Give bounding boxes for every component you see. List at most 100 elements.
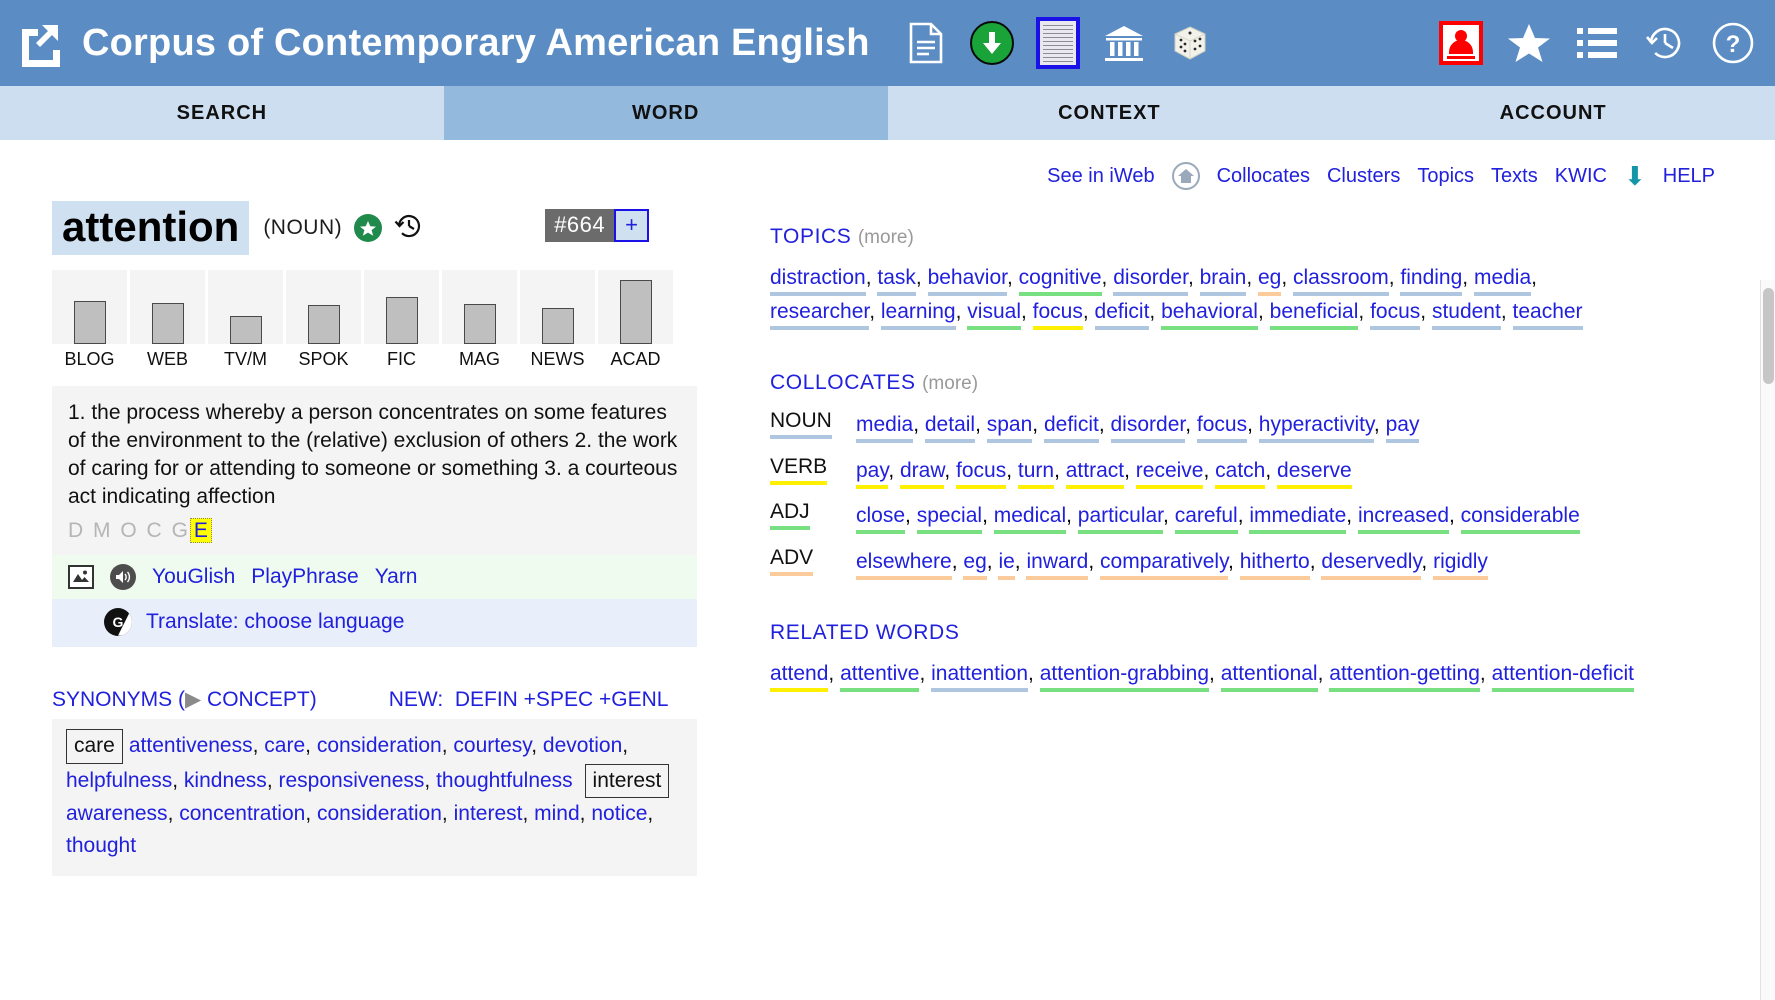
genl-button[interactable]: +GENL [599, 688, 668, 712]
related-word[interactable]: attentional [1220, 662, 1318, 693]
download-circle-icon[interactable] [969, 21, 1014, 65]
youglish-link[interactable]: YouGlish [152, 565, 235, 589]
collocate-word[interactable]: increased [1357, 504, 1449, 535]
topic-word[interactable]: visual [967, 300, 1021, 331]
chart-bar-mag[interactable]: MAG [442, 270, 517, 370]
topic-word[interactable]: learning [880, 300, 956, 331]
collocate-word[interactable]: comparatively [1100, 549, 1229, 580]
tab-context[interactable]: CONTEXT [887, 86, 1332, 140]
chart-bar-fic[interactable]: FIC [364, 270, 439, 370]
related-word[interactable]: attention-getting [1329, 662, 1480, 693]
person-badge-icon[interactable] [1439, 21, 1483, 65]
download-arrow-icon[interactable]: ⬇ [1624, 163, 1646, 189]
star-icon[interactable] [1507, 21, 1551, 65]
history-icon[interactable] [394, 211, 424, 246]
help-link[interactable]: HELP [1663, 165, 1715, 188]
scrollbar-thumb[interactable] [1763, 288, 1774, 384]
collocates-link[interactable]: Collocates [1217, 165, 1310, 188]
synonym-link[interactable]: responsiveness [278, 769, 424, 792]
source-letter-g[interactable]: G [172, 519, 190, 542]
chart-bar-spok[interactable]: SPOK [286, 270, 361, 370]
dice-icon[interactable] [1168, 21, 1212, 65]
translate-language-link[interactable]: Translate: choose language [146, 610, 404, 634]
collocate-word[interactable]: considerable [1460, 504, 1580, 535]
chart-bar-acad[interactable]: ACAD [598, 270, 673, 370]
add-word-button[interactable]: + [614, 209, 649, 242]
synonym-link[interactable]: kindness [184, 769, 267, 792]
synonym-link[interactable]: interest [454, 802, 523, 825]
collocate-word[interactable]: immediate [1249, 504, 1347, 535]
topic-word[interactable]: media [1473, 266, 1532, 296]
chart-bar-blog[interactable]: BLOG [52, 270, 127, 370]
synonyms-heading[interactable]: SYNONYMS [52, 688, 172, 712]
synonym-group-tag-interest[interactable]: interest [584, 763, 670, 799]
see-in-iweb-link[interactable]: See in iWeb [1047, 165, 1154, 188]
synonym-link[interactable]: devotion [543, 734, 622, 757]
collocate-word[interactable]: pay [1385, 413, 1420, 444]
topic-word[interactable]: cognitive [1018, 266, 1102, 296]
topic-word[interactable]: focus [1032, 300, 1083, 331]
history-clock-icon[interactable] [1643, 21, 1687, 65]
topics-more-link[interactable]: (more) [858, 227, 914, 248]
chart-bar-tvm[interactable]: TV/M [208, 270, 283, 370]
related-word[interactable]: attend [770, 662, 829, 693]
collocate-word[interactable]: pay [856, 458, 889, 489]
tab-account[interactable]: ACCOUNT [1331, 86, 1775, 140]
google-translate-icon[interactable]: G [104, 607, 132, 636]
topic-word[interactable]: eg [1257, 266, 1282, 296]
synonym-group-tag-care[interactable]: care [66, 728, 123, 764]
texts-link[interactable]: Texts [1491, 165, 1538, 188]
image-icon[interactable] [68, 564, 94, 589]
topic-word[interactable]: researcher [770, 300, 870, 331]
chart-bar-news[interactable]: NEWS [520, 270, 595, 370]
green-star-icon[interactable] [354, 214, 383, 242]
related-word[interactable]: attention-deficit [1491, 662, 1634, 693]
source-letter-d[interactable]: D [68, 519, 85, 542]
clusters-link[interactable]: Clusters [1327, 165, 1400, 188]
synonym-link[interactable]: notice [591, 802, 647, 825]
related-word[interactable]: attentive [840, 662, 920, 693]
synonym-link[interactable]: thoughtfulness [436, 769, 573, 792]
topic-word[interactable]: beneficial [1269, 300, 1359, 331]
synonym-link[interactable]: consideration [317, 734, 442, 757]
collocate-word[interactable]: turn [1017, 458, 1055, 489]
collocate-word[interactable]: receive [1135, 458, 1204, 489]
topic-word[interactable]: task [877, 266, 916, 296]
document-icon[interactable] [904, 21, 948, 65]
synonym-link[interactable]: consideration [317, 802, 442, 825]
collocate-word[interactable]: careful [1174, 504, 1238, 535]
collocate-word[interactable]: close [856, 504, 906, 535]
topics-link[interactable]: Topics [1417, 165, 1474, 188]
collocate-word[interactable]: eg [963, 549, 987, 580]
yarn-link[interactable]: Yarn [375, 565, 418, 589]
collocate-word[interactable]: ie [998, 549, 1015, 580]
collocate-word[interactable]: hitherto [1239, 549, 1310, 580]
synonym-link[interactable]: helpfulness [66, 769, 172, 792]
collocate-word[interactable]: special [916, 504, 983, 535]
collocate-word[interactable]: elsewhere [856, 549, 952, 580]
topic-word[interactable]: student [1431, 300, 1501, 331]
topic-word[interactable]: teacher [1512, 300, 1583, 331]
related-words-heading[interactable]: RELATED WORDS [770, 621, 959, 644]
synonym-link[interactable]: care [264, 734, 305, 757]
collocate-word[interactable]: focus [956, 458, 1007, 489]
page-scrollbar[interactable] [1760, 280, 1775, 1000]
help-icon[interactable]: ? [1711, 21, 1755, 65]
collocate-word[interactable]: media [856, 413, 914, 444]
source-letter-c[interactable]: C [147, 519, 164, 542]
source-letter-o[interactable]: O [120, 519, 138, 542]
topic-word[interactable]: disorder [1113, 266, 1188, 296]
collocate-word[interactable]: focus [1196, 413, 1248, 444]
institution-icon[interactable] [1102, 21, 1146, 65]
chart-bar-web[interactable]: WEB [130, 270, 205, 370]
collocate-word[interactable]: span [986, 413, 1033, 444]
collocate-word[interactable]: attract [1065, 458, 1125, 489]
topic-word[interactable]: classroom [1293, 266, 1389, 296]
related-word[interactable]: inattention [931, 662, 1029, 693]
collocate-word[interactable]: detail [924, 413, 976, 444]
related-word[interactable]: attention-grabbing [1039, 662, 1210, 693]
source-letter-m[interactable]: M [93, 519, 113, 542]
list-icon[interactable] [1575, 21, 1619, 65]
concept-triangle-icon[interactable]: ▶ [185, 687, 201, 712]
collocate-word[interactable]: deserve [1277, 458, 1352, 489]
